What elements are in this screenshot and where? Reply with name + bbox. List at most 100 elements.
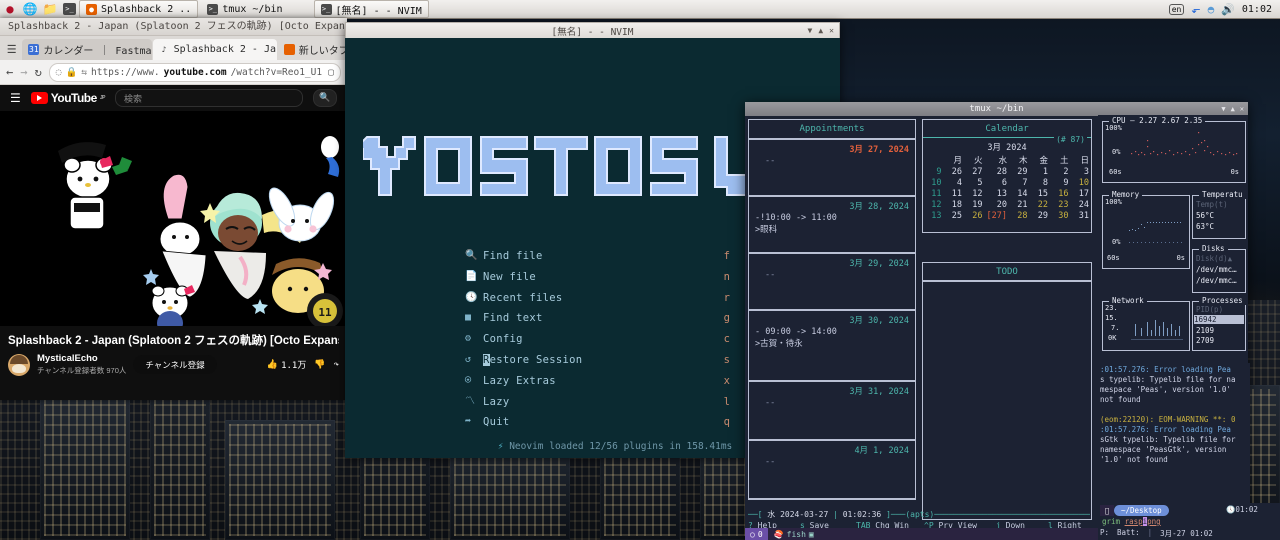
calendar-day[interactable]: 2 <box>1050 166 1071 177</box>
share-button[interactable]: ↷ <box>334 360 339 370</box>
process-pid[interactable]: 2109 <box>1196 326 1214 335</box>
taskbar-item-firefox[interactable]: ● Splashback 2 .. <box>79 0 199 18</box>
calendar-day[interactable]: 5 <box>964 177 985 188</box>
shell-tab[interactable]:  ~/Desktop <box>1100 505 1169 516</box>
reload-icon[interactable]: ↻ <box>34 65 41 79</box>
tmux-window-item[interactable]: 🍣 fish ▣ <box>768 530 820 539</box>
calendar-day[interactable]: 22 <box>1029 199 1050 210</box>
window-controls[interactable]: ▼ ▲ ✕ <box>808 23 834 38</box>
close-icon[interactable]: ✕ <box>829 26 834 35</box>
firefox-navbar[interactable]: ← → ↻ ◌ 🔒 ⇆ https://www. youtube.com/watc… <box>0 60 347 85</box>
tab-splashback[interactable]: ♪ Splashback 2 - Ja ✕ <box>152 39 277 60</box>
save-to-pocket-icon[interactable]: ▢ <box>328 67 334 78</box>
calendar-day[interactable]: 24 <box>1070 199 1091 210</box>
calendar-day[interactable]: 28 <box>985 166 1009 177</box>
folder-icon[interactable]: 📁 <box>40 0 60 18</box>
desktop-panel[interactable]: ● 🌐 📁 >_ ● Splashback 2 .. >_ tmux ~/bin… <box>0 0 1280 19</box>
calendar-day[interactable]: 27 <box>964 166 985 177</box>
calendar-day[interactable]: 21 <box>1009 199 1030 210</box>
bottom-status-bar[interactable]:  ~/Desktop 🕔01:02 grim raspipng P: Batt… <box>1098 503 1280 540</box>
calendar-day[interactable]: 19 <box>964 199 985 210</box>
appointment-entry[interactable]: 3月 30, 2024 - 09:00 -> 14:00 >古賀・待永 <box>748 311 916 382</box>
video-player[interactable]: 11 <box>0 111 347 326</box>
current-path[interactable]: ~/Desktop <box>1114 505 1169 516</box>
terminal-icon[interactable]: >_ <box>63 3 76 15</box>
tab-new[interactable]: 新しいタブ <box>278 39 347 60</box>
nvim-dashboard-menu[interactable]: 🔍 Find file f 📄 New file n 🕓 Recent file… <box>465 246 730 433</box>
calendar-day[interactable]: 13 <box>985 188 1009 199</box>
keyboard-layout-indicator[interactable]: en <box>1168 3 1185 15</box>
maximize-icon[interactable]: ▲ <box>818 26 823 35</box>
search-input[interactable]: 検索 <box>114 89 303 107</box>
menu-item-lazy[interactable]: 〽 Lazy l <box>465 392 730 413</box>
calendar-day[interactable]: 6 <box>985 177 1009 188</box>
youtube-header[interactable]: ☰ YouTube JP 検索 🔍 <box>0 85 347 111</box>
log-output[interactable]: :01:57.276: Error loading Pea s typelib:… <box>1098 363 1250 505</box>
calendar-day[interactable]: 20 <box>985 199 1009 210</box>
raspberry-icon[interactable]: ● <box>0 0 20 18</box>
shell-command-line[interactable]: grim raspipng <box>1102 517 1161 526</box>
calendar-day[interactable]: 30 <box>1050 210 1071 221</box>
panel-clock[interactable]: 01:02 <box>1242 4 1272 15</box>
menu-item-quit[interactable]: ➦ Quit q <box>465 412 730 433</box>
calendar-day[interactable]: 29 <box>1009 166 1030 177</box>
temperature-panel[interactable]: Temperatu Temp(t) 56°C 63°C <box>1192 190 1246 239</box>
wifi-icon[interactable]: ◓ <box>1208 3 1215 16</box>
list-all-tabs-icon[interactable]: ☰ <box>2 38 21 60</box>
todo-pane[interactable]: TODO <box>922 262 1092 520</box>
youtube-logo[interactable]: YouTube JP <box>30 91 105 105</box>
calendar-day[interactable]: 28 <box>1009 210 1030 221</box>
calendar-day[interactable]: 1 <box>1029 166 1050 177</box>
tab-calendar[interactable]: 31 カレンダー ｜ Fastma ✕ <box>22 39 152 60</box>
calendar-day[interactable]: 31 <box>1070 210 1091 221</box>
window-controls[interactable]: ▼ ▲ ✕ <box>1221 102 1244 116</box>
back-icon[interactable]: ← <box>6 65 13 79</box>
firefox-window[interactable]: Splashback 2 - Japan (Splatoon 2 フェスの軌跡)… <box>0 18 347 400</box>
search-icon[interactable]: 🔍 <box>313 89 337 107</box>
calendar-day[interactable]: 16 <box>1050 188 1071 199</box>
calendar-day[interactable]: 4 <box>944 177 965 188</box>
calendar-grid[interactable]: 月 火 水 木 金 土 日 9 26 27 28 29 1 2 3 10 4 5… <box>923 154 1091 221</box>
appointment-entry[interactable]: 4月 1, 2024 -- <box>748 441 916 500</box>
cpu-panel[interactable]: CPU — 2.27 2.67 2.35 100% 0% 60s 0s <box>1102 116 1246 183</box>
memory-panel[interactable]: Memory 100% 0% 60s 0s <box>1102 190 1190 269</box>
disks-panel[interactable]: Disks Disk(d)▲ /dev/mmc… /dev/mmc… <box>1192 244 1246 293</box>
url-bar[interactable]: ◌ 🔒 ⇆ https://www. youtube.com/watch?v=Re… <box>48 62 341 82</box>
calendar-day[interactable]: 12 <box>964 188 985 199</box>
system-tray[interactable]: en ⬐ ◓ 🔊 01:02 <box>1168 3 1280 16</box>
calendar-pane[interactable]: Calendar (# 87) 3月 2024 月 火 水 木 金 土 日 9 … <box>922 119 1092 233</box>
close-icon[interactable]: ✕ <box>1240 105 1244 113</box>
dislike-button[interactable]: 👎 <box>314 360 325 370</box>
calendar-day[interactable]: 18 <box>944 199 965 210</box>
globe-icon[interactable]: 🌐 <box>20 0 40 18</box>
calendar-day[interactable]: 11 <box>944 188 965 199</box>
bluetooth-icon[interactable]: ⬐ <box>1191 3 1200 16</box>
appointments-pane[interactable]: Appointments 3月 27, 2024 -- 3月 28, 2024 … <box>748 119 916 521</box>
appointment-entry[interactable]: 3月 31, 2024 -- <box>748 382 916 441</box>
calendar-day[interactable]: 25 <box>944 210 965 221</box>
menu-item-recent-files[interactable]: 🕓 Recent files r <box>465 288 730 309</box>
youtube-page[interactable]: ☰ YouTube JP 検索 🔍 11 Splashback 2 - Japa… <box>0 85 347 400</box>
menu-item-find-text[interactable]: ■ Find text g <box>465 308 730 329</box>
video-actions[interactable]: 👍 1.1万 👎 ↷ <box>267 358 339 372</box>
subscribe-button[interactable]: チャンネル登録 <box>133 355 217 374</box>
process-pid[interactable]: 2709 <box>1196 336 1214 345</box>
firefox-tabstrip[interactable]: ☰ 31 カレンダー ｜ Fastma ✕ ♪ Splashback 2 - J… <box>0 36 347 60</box>
minimize-icon[interactable]: ▼ <box>1221 105 1225 113</box>
channel-name[interactable]: MysticalEcho <box>37 353 126 365</box>
menu-item-lazy-extras[interactable]: ⍟ Lazy Extras x <box>465 371 730 392</box>
like-button[interactable]: 👍 1.1万 <box>267 358 306 372</box>
calendar-day[interactable]: 9 <box>1050 177 1071 188</box>
menu-item-find-file[interactable]: 🔍 Find file f <box>465 246 730 267</box>
forward-icon[interactable]: → <box>20 65 27 79</box>
appointment-entry[interactable]: 3月 27, 2024 -- <box>748 140 916 197</box>
calendar-day[interactable]: 17 <box>1070 188 1091 199</box>
calendar-day[interactable]: 15 <box>1029 188 1050 199</box>
network-panel[interactable]: Network 23. 15. 7. 0K <box>1102 296 1190 351</box>
shield-icon[interactable]: ◌ <box>56 67 62 78</box>
processes-panel[interactable]: Processes PID(p) 16942 2109 2709 <box>1192 296 1246 351</box>
appointment-entry[interactable]: 3月 29, 2024 -- <box>748 254 916 311</box>
process-pid-selected[interactable]: 16942 <box>1194 315 1244 324</box>
calendar-day[interactable]: 8 <box>1029 177 1050 188</box>
hamburger-icon[interactable]: ☰ <box>10 91 21 105</box>
